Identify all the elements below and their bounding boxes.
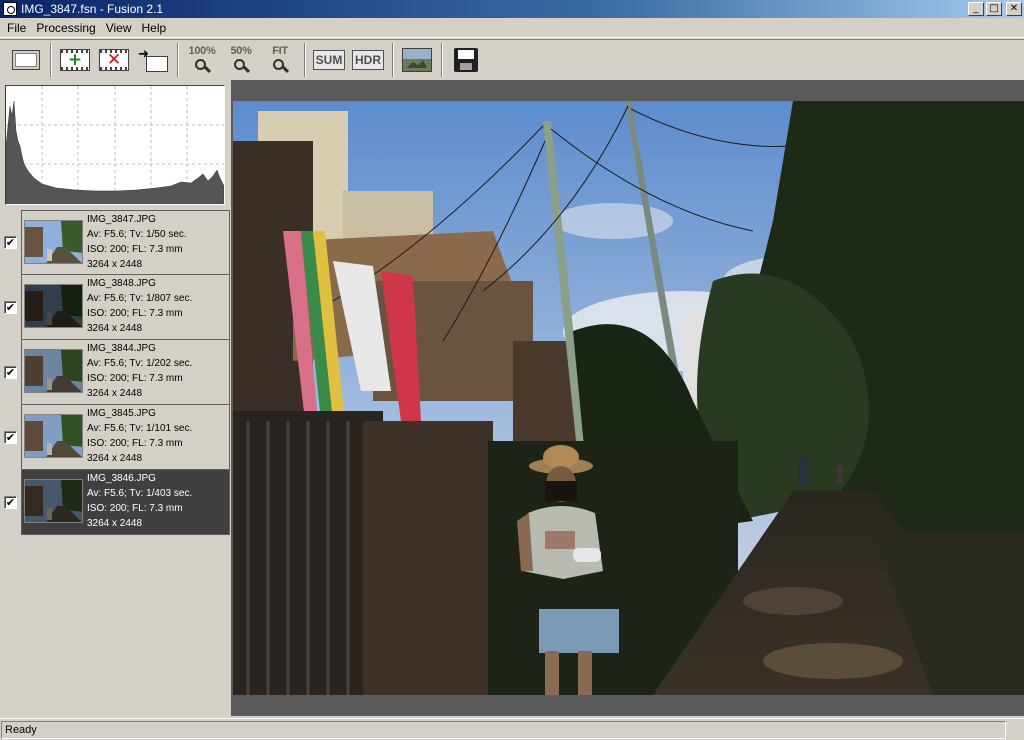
thumbnail-card[interactable]: IMG_3848.JPG Av: F5.6; Tv: 1/807 sec. ISO:… [21, 275, 230, 340]
thumbnail-card[interactable]: IMG_3847.JPG Av: F5.6; Tv: 1/50 sec. ISO: … [21, 210, 230, 275]
menu-view[interactable]: View [101, 21, 137, 35]
thumbnail-card[interactable]: IMG_3846.JPG Av: F5.6; Tv: 1/403 sec. ISO:… [21, 470, 230, 535]
image-filename: IMG_3848.JPG [87, 278, 156, 289]
minimize-button[interactable]: _ [968, 2, 984, 16]
window-title: IMG_3847.fsn - Fusion 2.1 [21, 2, 164, 16]
thumbnail-image [24, 414, 83, 458]
image-dimensions: 3264 x 2448 [87, 388, 143, 399]
image-exposure: Av: F5.6; Tv: 1/101 sec. [87, 423, 193, 434]
thumbnail-image [24, 479, 83, 523]
close-button[interactable]: ✕ [1006, 2, 1022, 16]
image-exposure: Av: F5.6; Tv: 1/50 sec. [87, 229, 187, 240]
zoom-100-icon: 100% [185, 45, 219, 75]
histogram-graph [6, 86, 224, 204]
menu-processing[interactable]: Processing [31, 21, 100, 35]
image-filename: IMG_3845.JPG [87, 408, 156, 419]
menu-file[interactable]: File [2, 21, 31, 35]
image-filename: IMG_3844.JPG [87, 343, 156, 354]
include-checkbox[interactable]: ✔ [4, 236, 17, 249]
list-item[interactable]: ✔ IMG_3847.JPG Av: F5.6; Tv: 1/50 sec. ISO:… [0, 210, 230, 275]
image-iso-focal: ISO: 200; FL: 7.3 mm [87, 503, 183, 514]
toolbar-separator [392, 43, 394, 77]
street-scene-photo [233, 101, 1024, 695]
hdr-button[interactable]: HDR [350, 43, 386, 77]
thumbnail-card[interactable]: IMG_3844.JPG Av: F5.6; Tv: 1/202 sec. ISO:… [21, 340, 230, 405]
menu-bar: File Processing View Help [0, 18, 1024, 38]
status-text: Ready [1, 721, 1006, 739]
zoom-50-icon: 50% [224, 45, 258, 75]
image-filename: IMG_3847.JPG [87, 214, 156, 225]
image-dimensions: 3264 x 2448 [87, 323, 143, 334]
hdr-label: HDR [352, 50, 384, 70]
toolbar-separator [441, 43, 443, 77]
sum-label: SUM [312, 50, 346, 70]
maximize-button[interactable]: □ [986, 2, 1002, 16]
window-controls: _ □ ✕ [968, 2, 1022, 16]
image-info: IMG_3845.JPG Av: F5.6; Tv: 1/101 sec. ISO:… [87, 406, 192, 466]
zoom-50-button[interactable]: 50% [223, 43, 259, 77]
save-icon [454, 48, 478, 72]
image-dimensions: 3264 x 2448 [87, 453, 143, 464]
list-item[interactable]: ✔ IMG_3844.JPG Av: F5.6; Tv: 1/202 sec. ISO… [0, 340, 230, 405]
toolbar-separator [304, 43, 306, 77]
image-iso-focal: ISO: 200; FL: 7.3 mm [87, 373, 183, 384]
thumbnail-image [24, 284, 83, 328]
import-button[interactable]: ➜ [135, 43, 171, 77]
include-checkbox[interactable]: ✔ [4, 301, 17, 314]
zoom-100-button[interactable]: 100% [184, 43, 220, 77]
thumbnail-image [24, 349, 83, 393]
add-image-button[interactable]: + [57, 43, 93, 77]
title-bar: IMG_3847.fsn - Fusion 2.1 _ □ ✕ [0, 0, 1024, 18]
list-item[interactable]: ✔ IMG_3848.JPG Av: F5.6; Tv: 1/807 sec. ISO… [0, 275, 230, 340]
toolbar-separator [50, 43, 52, 77]
image-dimensions: 3264 x 2448 [87, 518, 143, 529]
image-info: IMG_3847.JPG Av: F5.6; Tv: 1/50 sec. ISO: … [87, 212, 187, 272]
include-checkbox[interactable]: ✔ [4, 496, 17, 509]
remove-film-icon: ✕ [99, 49, 129, 71]
frame-icon [12, 50, 40, 70]
add-film-icon: + [60, 49, 90, 71]
image-iso-focal: ISO: 200; FL: 7.3 mm [87, 244, 183, 255]
status-bar: Ready [0, 718, 1024, 740]
include-checkbox[interactable]: ✔ [4, 431, 17, 444]
image-iso-focal: ISO: 200; FL: 7.3 mm [87, 308, 183, 319]
image-viewer[interactable] [231, 80, 1024, 716]
zoom-fit-button[interactable]: FIT [262, 43, 298, 77]
thumbnail-card[interactable]: IMG_3845.JPG Av: F5.6; Tv: 1/101 sec. ISO:… [21, 405, 230, 470]
import-icon: ➜ [138, 48, 168, 72]
list-item[interactable]: ✔ IMG_3846.JPG Av: F5.6; Tv: 1/403 sec. ISO… [0, 470, 230, 535]
image-info: IMG_3846.JPG Av: F5.6; Tv: 1/403 sec. ISO:… [87, 471, 192, 531]
landscape-button[interactable] [399, 43, 435, 77]
sum-button[interactable]: SUM [311, 43, 347, 77]
histogram [5, 85, 225, 205]
preview-photo[interactable] [233, 101, 1024, 695]
image-exposure: Av: F5.6; Tv: 1/202 sec. [87, 358, 193, 369]
image-exposure: Av: F5.6; Tv: 1/403 sec. [87, 488, 193, 499]
zoom-fit-icon: FIT [263, 45, 297, 75]
image-filename: IMG_3846.JPG [87, 473, 156, 484]
single-frame-button[interactable] [8, 43, 44, 77]
image-info: IMG_3844.JPG Av: F5.6; Tv: 1/202 sec. ISO:… [87, 341, 192, 401]
app-camera-icon[interactable] [3, 2, 17, 16]
include-checkbox[interactable]: ✔ [4, 366, 17, 379]
landscape-icon [402, 48, 432, 72]
menu-help[interactable]: Help [137, 21, 172, 35]
image-list: ✔ IMG_3847.JPG Av: F5.6; Tv: 1/50 sec. ISO:… [0, 210, 230, 535]
thumbnail-image [24, 220, 83, 264]
toolbar: + ✕ ➜ 100% 50% FIT SUM HDR [0, 39, 1024, 80]
image-exposure: Av: F5.6; Tv: 1/807 sec. [87, 293, 193, 304]
image-info: IMG_3848.JPG Av: F5.6; Tv: 1/807 sec. ISO:… [87, 276, 192, 336]
remove-image-button[interactable]: ✕ [96, 43, 132, 77]
toolbar-separator [177, 43, 179, 77]
image-dimensions: 3264 x 2448 [87, 259, 143, 270]
list-item[interactable]: ✔ IMG_3845.JPG Av: F5.6; Tv: 1/101 sec. ISO… [0, 405, 230, 470]
save-button[interactable] [448, 43, 484, 77]
image-iso-focal: ISO: 200; FL: 7.3 mm [87, 438, 183, 449]
